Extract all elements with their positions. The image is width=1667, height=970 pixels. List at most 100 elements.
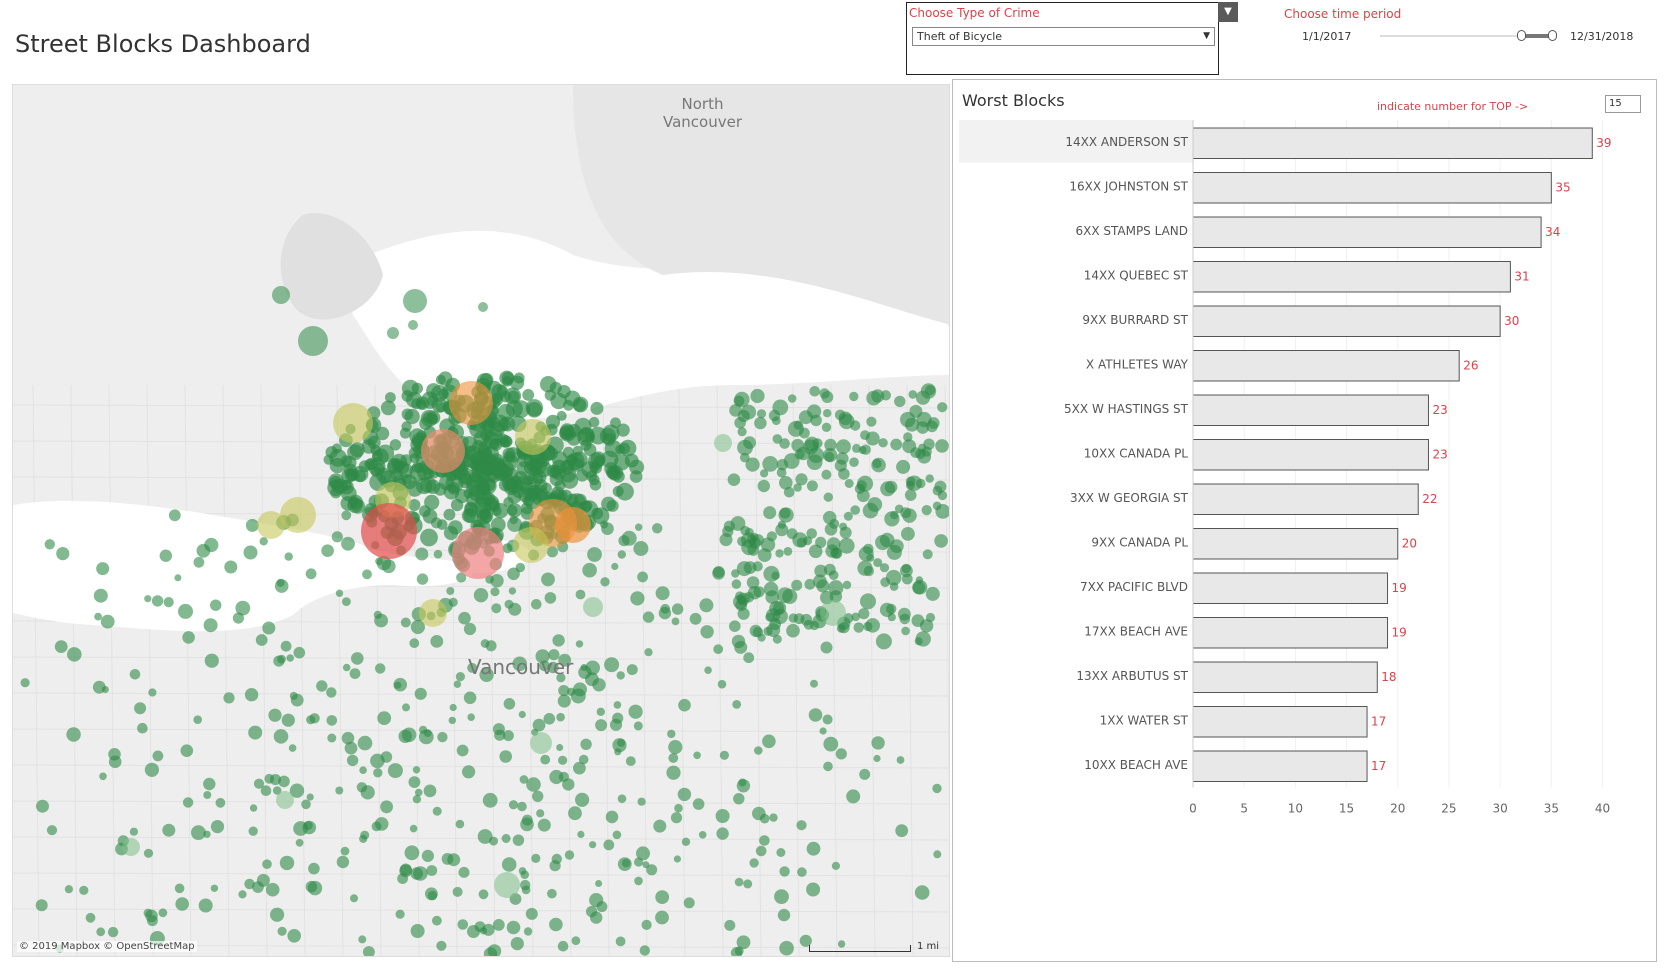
crime-point[interactable] <box>287 929 302 943</box>
crime-point[interactable] <box>224 560 238 574</box>
crime-point[interactable] <box>426 865 438 876</box>
crime-point[interactable] <box>932 783 942 794</box>
crime-point[interactable] <box>603 839 615 851</box>
crime-point[interactable] <box>420 528 438 547</box>
crime-point[interactable] <box>765 612 775 622</box>
crime-point[interactable] <box>180 744 194 757</box>
crime-point[interactable] <box>443 508 456 521</box>
crime-point[interactable] <box>412 795 422 804</box>
crime-point[interactable] <box>551 853 562 865</box>
crime-point[interactable] <box>341 510 352 521</box>
crime-point[interactable] <box>820 600 846 626</box>
crime-point[interactable] <box>448 520 463 535</box>
crime-point[interactable] <box>144 762 159 777</box>
crime-point[interactable] <box>674 803 683 813</box>
crime-point[interactable] <box>746 576 760 589</box>
crime-point[interactable] <box>621 530 637 546</box>
crime-point[interactable] <box>822 714 833 725</box>
crime-point[interactable] <box>426 383 441 398</box>
crime-point[interactable] <box>856 489 870 503</box>
crime-point[interactable] <box>615 936 626 947</box>
crime-point[interactable] <box>600 520 609 529</box>
crime-point[interactable] <box>655 890 670 904</box>
crime-point[interactable] <box>446 587 455 595</box>
crime-point[interactable] <box>277 926 287 936</box>
crime-point[interactable] <box>925 586 940 601</box>
crime-point[interactable] <box>552 634 565 647</box>
crime-point[interactable] <box>268 708 282 722</box>
crime-point[interactable] <box>836 452 849 465</box>
crime-point[interactable] <box>277 654 286 664</box>
crime-point[interactable] <box>592 678 606 692</box>
crime-point[interactable] <box>433 483 447 496</box>
crime-point[interactable] <box>671 617 680 626</box>
crime-point[interactable] <box>899 613 911 625</box>
crime-point[interactable] <box>137 722 148 734</box>
crime-point[interactable] <box>162 823 176 837</box>
crime-point[interactable] <box>727 473 741 487</box>
crime-point[interactable] <box>515 419 551 455</box>
crime-point[interactable] <box>491 392 503 404</box>
bar[interactable] <box>1192 305 1501 337</box>
crime-point[interactable] <box>901 626 910 636</box>
crime-point[interactable] <box>729 620 741 632</box>
bar[interactable] <box>1192 350 1460 382</box>
crime-point[interactable] <box>890 438 903 451</box>
crime-point[interactable] <box>734 391 750 408</box>
crime-point[interactable] <box>286 654 295 662</box>
crime-point[interactable] <box>243 545 258 560</box>
crime-point[interactable] <box>175 897 189 911</box>
crime-point[interactable] <box>238 890 247 899</box>
crime-point[interactable] <box>926 420 938 433</box>
crime-point[interactable] <box>639 945 650 956</box>
crime-point[interactable] <box>558 755 568 765</box>
crime-point[interactable] <box>448 597 458 607</box>
crime-point[interactable] <box>572 396 589 413</box>
crime-point[interactable] <box>793 483 802 492</box>
crime-point[interactable] <box>895 824 909 838</box>
crime-point[interactable] <box>316 680 328 692</box>
crime-point[interactable] <box>101 686 109 693</box>
crime-point[interactable] <box>107 926 119 938</box>
crime-point[interactable] <box>501 371 515 385</box>
crime-point[interactable] <box>495 464 513 482</box>
crime-point[interactable] <box>163 597 174 608</box>
crime-point[interactable] <box>284 552 293 561</box>
crime-point[interactable] <box>757 479 770 493</box>
bar[interactable] <box>1192 483 1419 515</box>
crime-point[interactable] <box>698 831 707 839</box>
top-n-input[interactable]: 15 <box>1605 95 1641 113</box>
crime-point[interactable] <box>129 827 138 836</box>
crime-point[interactable] <box>409 638 420 649</box>
crime-point[interactable] <box>56 547 70 561</box>
crime-point[interactable] <box>667 729 676 739</box>
crime-point[interactable] <box>860 593 876 610</box>
bar[interactable] <box>1192 572 1389 604</box>
crime-point[interactable] <box>359 766 367 774</box>
crime-point[interactable] <box>937 402 948 413</box>
crime-point[interactable] <box>836 439 851 455</box>
crime-point[interactable] <box>575 640 584 648</box>
crime-point[interactable] <box>587 547 602 562</box>
crime-point[interactable] <box>724 919 736 931</box>
crime-point[interactable] <box>508 800 519 810</box>
crime-point[interactable] <box>634 876 643 886</box>
crime-point[interactable] <box>578 426 595 443</box>
crime-point[interactable] <box>232 612 244 624</box>
crime-point[interactable] <box>633 721 643 731</box>
crime-point[interactable] <box>507 505 518 516</box>
crime-point[interactable] <box>358 460 371 473</box>
crime-point[interactable] <box>749 624 762 638</box>
crime-point[interactable] <box>616 671 625 680</box>
crime-point[interactable] <box>494 872 520 898</box>
crime-point[interactable] <box>401 473 412 485</box>
crime-point[interactable] <box>571 451 588 468</box>
crime-point[interactable] <box>193 556 205 568</box>
crime-point[interactable] <box>678 698 691 712</box>
crime-point[interactable] <box>400 617 411 628</box>
crime-point[interactable] <box>760 469 769 478</box>
crime-point[interactable] <box>628 704 643 719</box>
crime-point[interactable] <box>677 787 692 802</box>
crime-point[interactable] <box>880 390 891 401</box>
crime-point[interactable] <box>419 417 433 430</box>
